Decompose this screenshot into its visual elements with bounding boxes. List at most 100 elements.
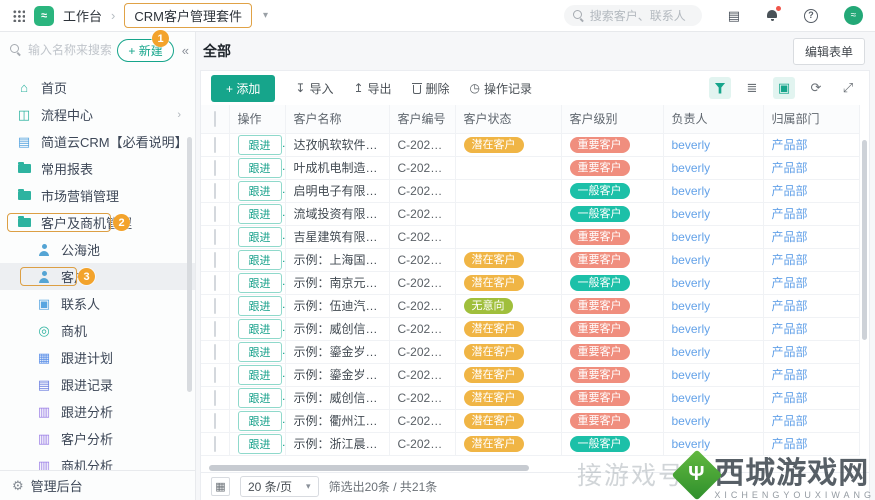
row-checkbox[interactable] [213, 228, 216, 245]
card-view-icon[interactable]: ▣ [773, 77, 795, 99]
apps-grid-icon[interactable] [12, 9, 25, 22]
owner-link[interactable]: beverly [672, 414, 711, 428]
history-button[interactable]: ◷ 操作记录 [470, 80, 533, 97]
row-checkbox[interactable] [213, 136, 216, 153]
dept-link[interactable]: 产品部 [772, 184, 808, 198]
page-size-select[interactable]: 20 条/页 ▾ [240, 476, 319, 497]
dept-link[interactable]: 产品部 [772, 138, 808, 152]
sidebar-item-followup-record[interactable]: ▤ 跟进记录 [0, 371, 195, 398]
row-checkbox[interactable] [213, 412, 216, 429]
row-checkbox[interactable] [213, 343, 216, 360]
notifications-icon[interactable] [766, 5, 781, 23]
dept-link[interactable]: 产品部 [772, 368, 808, 382]
follow-up-button[interactable]: 跟进 [237, 226, 282, 247]
fullscreen-icon[interactable]: ⤢ [837, 77, 859, 99]
owner-link[interactable]: beverly [672, 368, 711, 382]
dept-link[interactable]: 产品部 [772, 437, 808, 451]
follow-up-button[interactable]: 跟进 [237, 180, 282, 201]
follow-up-button[interactable]: 跟进 [237, 203, 282, 224]
sidebar-item-customer[interactable]: 客户 [0, 263, 195, 290]
sidebar-item-customer-analysis[interactable]: ▥ 客户分析 [0, 425, 195, 452]
dept-link[interactable]: 产品部 [772, 322, 808, 336]
follow-up-button[interactable]: 跟进 [237, 341, 282, 362]
owner-link[interactable]: beverly [672, 184, 711, 198]
sidebar-item-followup-plan[interactable]: ▦ 跟进计划 [0, 344, 195, 371]
owner-link[interactable]: beverly [672, 322, 711, 336]
sidebar-item-admin-console[interactable]: ⚙ 管理后台 [0, 470, 195, 500]
table-vertical-scrollbar[interactable] [862, 140, 867, 340]
dept-link[interactable]: 产品部 [772, 299, 808, 313]
sidebar-item-customer-business[interactable]: 客户及商机管理 [0, 209, 195, 236]
tab-all[interactable]: 全部 [203, 41, 231, 61]
dept-link[interactable]: 产品部 [772, 414, 808, 428]
sidebar-item-common-reports[interactable]: 常用报表 [0, 155, 195, 182]
edit-form-button[interactable]: 编辑表单 [792, 37, 865, 65]
sidebar-item-process-center[interactable]: ◫ 流程中心 › [0, 101, 195, 128]
workspace-app-icon[interactable]: ≈ [34, 5, 54, 26]
dept-link[interactable]: 产品部 [772, 276, 808, 290]
follow-up-button[interactable]: 跟进 [237, 134, 282, 155]
row-checkbox[interactable] [213, 389, 216, 406]
sidebar-item-followup-analysis[interactable]: ▥ 跟进分析 [0, 398, 195, 425]
row-checkbox[interactable] [213, 320, 216, 337]
row-checkbox[interactable] [213, 366, 216, 383]
owner-link[interactable]: beverly [672, 253, 711, 267]
help-icon[interactable]: ? [804, 8, 818, 23]
sidebar-item-contacts[interactable]: ▣ 联系人 [0, 290, 195, 317]
dept-link[interactable]: 产品部 [772, 345, 808, 359]
owner-link[interactable]: beverly [672, 230, 711, 244]
follow-up-button[interactable]: 跟进 [237, 157, 282, 178]
owner-link[interactable]: beverly [672, 276, 711, 290]
row-checkbox[interactable] [213, 159, 216, 176]
follow-up-button[interactable]: 跟进 [237, 410, 282, 431]
journal-icon[interactable]: ▤ [728, 9, 740, 22]
sidebar-scrollbar[interactable] [187, 137, 192, 392]
row-height-icon[interactable]: ≣ [741, 77, 763, 99]
sidebar-item-home[interactable]: ⌂ 首页 [0, 74, 195, 101]
table-horizontal-scrollbar[interactable] [209, 465, 529, 471]
follow-up-button[interactable]: 跟进 [237, 433, 282, 454]
pagination-grid-button[interactable]: ▦ [211, 477, 230, 496]
follow-up-button[interactable]: 跟进 [237, 249, 282, 270]
import-button[interactable]: ↧ 导入 [295, 80, 333, 97]
filter-icon[interactable] [709, 77, 731, 99]
row-checkbox[interactable] [213, 297, 216, 314]
delete-button[interactable]: 删除 [411, 80, 450, 97]
owner-link[interactable]: beverly [672, 138, 711, 152]
add-button[interactable]: + 添加 [211, 74, 276, 102]
sidebar-item-public-pool[interactable]: 公海池 [0, 236, 195, 263]
workspace-title[interactable]: 工作台 [63, 6, 102, 25]
row-checkbox[interactable] [213, 251, 216, 268]
owner-link[interactable]: beverly [672, 345, 711, 359]
owner-link[interactable]: beverly [672, 437, 711, 451]
user-avatar[interactable]: ≈ [844, 6, 863, 25]
dept-link[interactable]: 产品部 [772, 207, 808, 221]
follow-up-button[interactable]: 跟进 [237, 295, 282, 316]
row-checkbox[interactable] [213, 274, 216, 291]
dept-link[interactable]: 产品部 [772, 391, 808, 405]
follow-up-button[interactable]: 跟进 [237, 318, 282, 339]
row-checkbox[interactable] [213, 205, 216, 222]
export-button[interactable]: ↥ 导出 [353, 80, 391, 97]
sidebar-item-crm-guide[interactable]: ▤ 简道云CRM【必看说明】 [0, 128, 195, 155]
owner-link[interactable]: beverly [672, 161, 711, 175]
owner-link[interactable]: beverly [672, 207, 711, 221]
sidebar-item-opportunity[interactable]: ◎ 商机 [0, 317, 195, 344]
refresh-icon[interactable]: ⟳ [805, 77, 827, 99]
owner-link[interactable]: beverly [672, 299, 711, 313]
select-all-checkbox[interactable] [213, 110, 216, 127]
row-checkbox[interactable] [213, 435, 216, 452]
follow-up-button[interactable]: 跟进 [237, 272, 282, 293]
sidebar-item-marketing[interactable]: 市场营销管理 [0, 182, 195, 209]
dept-link[interactable]: 产品部 [772, 253, 808, 267]
dept-link[interactable]: 产品部 [772, 161, 808, 175]
sidebar-collapse-icon[interactable]: « [180, 43, 191, 58]
sidebar-search-input[interactable] [8, 43, 112, 57]
suite-selector[interactable]: CRM客户管理套件 [124, 3, 252, 28]
row-checkbox[interactable] [213, 182, 216, 199]
owner-link[interactable]: beverly [672, 391, 711, 405]
follow-up-button[interactable]: 跟进 [237, 387, 282, 408]
follow-up-button[interactable]: 跟进 [237, 364, 282, 385]
suite-caret-icon[interactable]: ▾ [263, 10, 268, 21]
dept-link[interactable]: 产品部 [772, 230, 808, 244]
